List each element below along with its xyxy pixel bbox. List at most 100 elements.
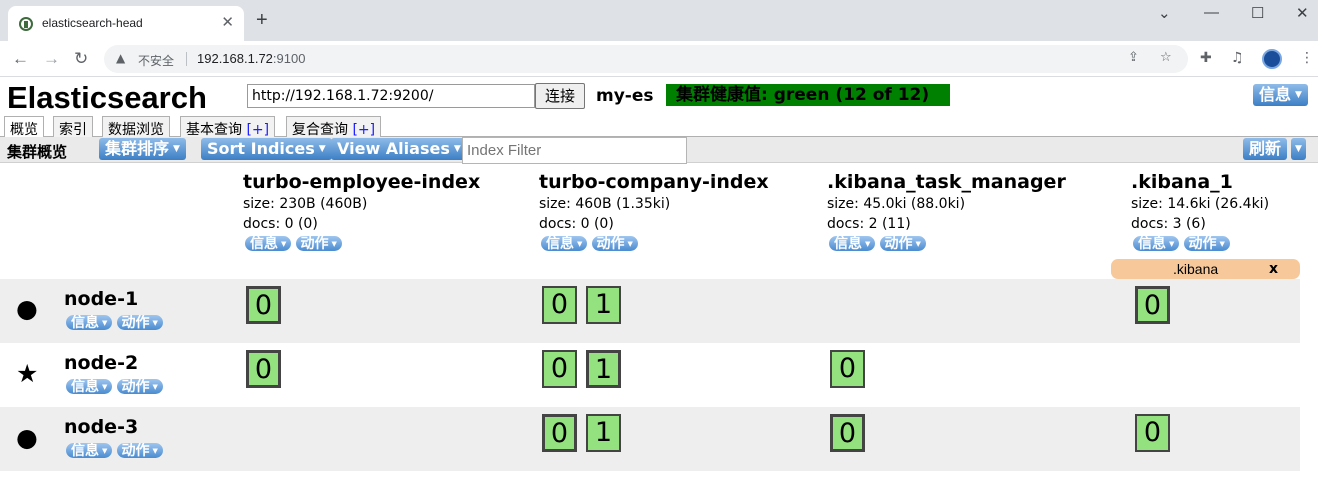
shard-primary[interactable]: 0: [1135, 286, 1170, 324]
star-icon: ★: [16, 359, 39, 388]
shard-primary[interactable]: 0: [246, 286, 281, 324]
view-aliases-button[interactable]: View Aliases ▼: [331, 138, 467, 160]
back-button[interactable]: ←: [12, 49, 29, 69]
chevron-down-icon: ▼: [173, 144, 180, 154]
index-docs: docs: 0 (0): [243, 216, 318, 232]
tab-basic-query[interactable]: 基本查询 [+]: [180, 116, 276, 138]
chevron-down-icon: ▼: [318, 144, 326, 154]
browser-tab-title: elasticsearch-head: [42, 16, 143, 30]
share-icon[interactable]: ⇪: [1128, 50, 1139, 65]
cluster-health-badge: 集群健康值: green (12 of 12): [666, 84, 950, 106]
app-logo: Elasticsearch: [7, 80, 207, 115]
profile-avatar[interactable]: [1262, 49, 1282, 69]
index-filter-input[interactable]: [462, 137, 687, 164]
extensions-icon[interactable]: ✚: [1200, 50, 1212, 66]
connect-button[interactable]: 连接: [535, 83, 585, 109]
node-row-node-1: ● node-1 信息 ▼ 动作 ▼ 0 0 1 0: [0, 279, 1300, 343]
index-name: turbo-employee-index: [243, 171, 481, 193]
index-header-turbo-employee-index: turbo-employee-index size: 230B (460B) d…: [243, 171, 480, 252]
circle-icon: ●: [16, 294, 38, 323]
tab-browser[interactable]: 数据浏览: [102, 116, 170, 138]
menu-kebab-icon[interactable]: ⋮: [1300, 50, 1314, 66]
index-name: turbo-company-index: [539, 171, 769, 193]
maximize-button[interactable]: ☐: [1251, 4, 1264, 22]
tab-close-icon[interactable]: ✕: [221, 13, 234, 31]
media-control-icon[interactable]: ♫: [1231, 50, 1244, 66]
security-label[interactable]: 不安全: [138, 52, 174, 69]
shard-replica[interactable]: 0: [1135, 414, 1170, 452]
shard-primary[interactable]: 0: [542, 414, 577, 452]
minimize-button[interactable]: —: [1204, 4, 1219, 21]
tab-compound-query[interactable]: 复合查询 [+]: [286, 116, 382, 138]
index-name: .kibana_1: [1131, 171, 1233, 193]
node-action-button[interactable]: 动作 ▼: [116, 379, 163, 394]
address-url[interactable]: 192.168.1.72:9100: [197, 51, 305, 66]
shard-replica[interactable]: 0: [542, 286, 577, 324]
index-size: size: 14.6ki (26.4ki): [1131, 196, 1270, 212]
warning-icon: ▲: [116, 51, 126, 65]
index-info-button[interactable]: 信息 ▼: [245, 236, 292, 251]
index-size: size: 45.0ki (88.0ki): [827, 196, 966, 212]
index-name: .kibana_task_manager: [827, 171, 1066, 193]
cluster-sort-button[interactable]: 集群排序 ▼: [99, 138, 186, 160]
index-action-button[interactable]: 动作 ▼: [879, 236, 926, 251]
browser-toolbar: ← → ↻ ▲ 不安全 192.168.1.72:9100 ⇪ ☆ ✚ ♫ ⋮: [0, 41, 1318, 77]
node-action-button[interactable]: 动作 ▼: [116, 315, 163, 330]
node-info-button[interactable]: 信息 ▼: [66, 315, 113, 330]
browser-tab[interactable]: elasticsearch-head ✕: [8, 6, 244, 41]
connection-url-input[interactable]: [247, 84, 535, 108]
tab-search-icon[interactable]: ⌄: [1158, 4, 1171, 22]
index-header-turbo-company-index: turbo-company-index size: 460B (1.35ki) …: [539, 171, 769, 252]
elasticsearch-head-favicon-icon: [19, 17, 33, 31]
bookmark-star-icon[interactable]: ☆: [1160, 50, 1172, 65]
browser-tab-strip: elasticsearch-head ✕ + ⌄ — ☐ ✕: [0, 0, 1318, 41]
node-row-node-2: ★ node-2 信息 ▼ 动作 ▼ 0 0 1 0: [0, 343, 1300, 407]
overview-title: 集群概览: [7, 143, 68, 161]
node-action-button[interactable]: 动作 ▼: [116, 443, 163, 458]
index-header-kibana-1: .kibana_1 size: 14.6ki (26.4ki) docs: 3 …: [1131, 171, 1269, 252]
index-info-button[interactable]: 信息 ▼: [829, 236, 876, 251]
app-tab-bar: 概览 索引 数据浏览 基本查询 [+] 复合查询 [+]: [0, 115, 1318, 139]
cluster-name: my-es: [596, 86, 654, 106]
index-docs: docs: 3 (6): [1131, 216, 1206, 232]
shard-replica[interactable]: 1: [586, 286, 621, 324]
refresh-options-button[interactable]: ▼: [1291, 138, 1306, 160]
sort-indices-button[interactable]: Sort Indices ▼: [201, 138, 332, 160]
shard-replica[interactable]: 1: [586, 414, 621, 452]
index-action-button[interactable]: 动作 ▼: [591, 236, 638, 251]
address-bar[interactable]: ▲ 不安全 192.168.1.72:9100 ⇪ ☆: [104, 45, 1188, 73]
alias-remove-icon[interactable]: x: [1269, 259, 1278, 279]
refresh-button[interactable]: 刷新: [1243, 138, 1288, 160]
shard-primary[interactable]: 0: [246, 350, 281, 388]
window-close-button[interactable]: ✕: [1296, 4, 1309, 22]
index-action-button[interactable]: 动作 ▼: [1183, 236, 1230, 251]
index-size: size: 230B (460B): [243, 196, 368, 212]
alias-badge-kibana[interactable]: .kibana x: [1111, 259, 1300, 279]
forward-button[interactable]: →: [43, 49, 60, 69]
index-header-kibana-task-manager: .kibana_task_manager size: 45.0ki (88.0k…: [827, 171, 1066, 252]
shard-primary[interactable]: 1: [586, 350, 621, 388]
new-tab-button[interactable]: +: [256, 9, 268, 32]
tab-indices[interactable]: 索引: [53, 116, 93, 138]
tab-overview[interactable]: 概览: [4, 116, 44, 139]
index-info-button[interactable]: 信息 ▼: [1133, 236, 1180, 251]
index-size: size: 460B (1.35ki): [539, 196, 671, 212]
index-info-button[interactable]: 信息 ▼: [541, 236, 588, 251]
alias-name: .kibana: [1173, 261, 1219, 277]
node-name: node-1: [64, 288, 139, 310]
node-info-button[interactable]: 信息 ▼: [66, 443, 113, 458]
reload-button[interactable]: ↻: [74, 49, 88, 69]
es-head-app: Elasticsearch 连接 my-es 集群健康值: green (12 …: [0, 78, 1318, 481]
info-menu-button[interactable]: 信息 ▼: [1253, 84, 1308, 106]
index-docs: docs: 0 (0): [539, 216, 614, 232]
node-name: node-3: [64, 416, 139, 438]
shard-replica[interactable]: 0: [542, 350, 577, 388]
circle-icon: ●: [16, 423, 38, 452]
chevron-down-icon: ▼: [1295, 90, 1302, 100]
index-action-button[interactable]: 动作 ▼: [295, 236, 342, 251]
node-info-button[interactable]: 信息 ▼: [66, 379, 113, 394]
node-row-node-3: ● node-3 信息 ▼ 动作 ▼ 0 1 0 0: [0, 407, 1300, 471]
shard-primary[interactable]: 0: [830, 414, 865, 452]
shard-replica[interactable]: 0: [830, 350, 865, 388]
chevron-down-icon: ▼: [453, 144, 461, 154]
